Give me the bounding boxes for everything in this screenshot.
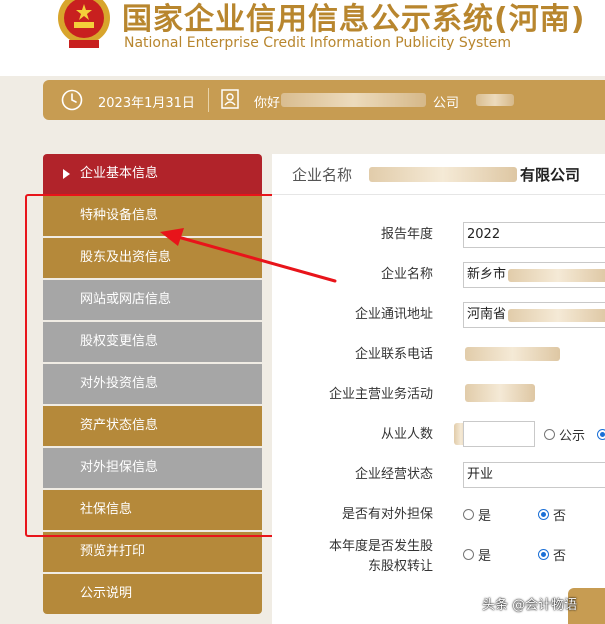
site-subtitle: National Enterprise Credit Information P… <box>124 35 512 51</box>
clock-icon <box>61 89 83 111</box>
employee-count-label: 从业人数 <box>380 427 433 442</box>
redacted-company-name <box>281 93 426 107</box>
company-name-label: 企业名称 <box>380 267 433 282</box>
redacted-address-value <box>508 309 605 322</box>
sidebar-item-preview-print[interactable]: 预览并打印 <box>43 532 262 572</box>
sidebar-item-guarantees[interactable]: 对外担保信息 <box>43 448 262 488</box>
sidebar-nav: 企业基本信息 特种设备信息 股东及出资信息 网站或网店信息 股权变更信息 对外投… <box>43 154 262 616</box>
national-emblem-icon <box>58 0 110 48</box>
equity-yes-label: 是 <box>478 549 492 564</box>
guarantee-label: 是否有对外担保 <box>341 507 433 522</box>
sidebar-item-publicity-notes[interactable]: 公示说明 <box>43 574 262 614</box>
equity-yes-radio[interactable] <box>463 549 474 560</box>
redacted-company-name-value <box>508 269 605 282</box>
redacted-phone-value <box>465 347 560 361</box>
guarantee-no-radio[interactable] <box>538 509 549 520</box>
current-date: 2023年1月31日 <box>98 96 195 111</box>
equity-no-radio[interactable] <box>538 549 549 560</box>
status-bar: 2023年1月31日 你好 公司 <box>43 80 605 120</box>
redacted-enterprise-name <box>369 167 517 182</box>
watermark: 头条 @会计物语 <box>482 598 578 613</box>
enterprise-name-label: 企业名称 <box>292 166 353 184</box>
business-status-label: 企业经营状态 <box>354 467 433 482</box>
employee-public-label: 公示 <box>559 429 586 444</box>
equity-transfer-label-line2: 东股权转让 <box>367 559 433 574</box>
sidebar-item-basic-info[interactable]: 企业基本信息 <box>43 154 262 194</box>
sidebar-item-label: 股东及出资信息 <box>80 250 172 265</box>
guarantee-no-label: 否 <box>553 509 567 524</box>
sidebar-item-label: 网站或网店信息 <box>80 292 172 307</box>
sidebar-item-investments[interactable]: 对外投资信息 <box>43 364 262 404</box>
site-title: 国家企业信用信息公示系统(河南) <box>122 2 586 37</box>
sidebar-item-label: 股权变更信息 <box>80 334 159 349</box>
redacted-username <box>476 94 514 106</box>
company-name-field[interactable]: 新乡市 <box>463 262 605 288</box>
sidebar-item-special-equipment[interactable]: 特种设备信息 <box>43 196 262 236</box>
phone-label: 企业联系电话 <box>354 347 433 362</box>
sidebar-item-equity-change[interactable]: 股权变更信息 <box>43 322 262 362</box>
employee-public-radio[interactable] <box>544 429 555 440</box>
greeting-end: 公司 <box>433 96 460 111</box>
business-status-select[interactable]: 开业 <box>463 462 605 488</box>
company-name-value: 新乡市 <box>467 267 507 282</box>
site-header: 国家企业信用信息公示系统(河南) National Enterprise Cre… <box>0 0 605 76</box>
sidebar-item-social-security[interactable]: 社保信息 <box>43 490 262 530</box>
employee-private-radio[interactable] <box>597 429 605 440</box>
status-divider <box>208 88 209 112</box>
report-year-label: 报告年度 <box>380 227 433 242</box>
user-card-icon <box>221 89 239 109</box>
address-field[interactable]: 河南省 <box>463 302 605 328</box>
main-panel: 企业名称 有限公司 报告年度 2022 企业名称 新乡市 企业通讯地址 河南省 … <box>272 154 605 624</box>
sidebar-item-label: 资产状态信息 <box>80 418 159 433</box>
address-value: 河南省 <box>467 307 507 322</box>
equity-transfer-label-line1: 本年度是否发生股 <box>328 539 433 554</box>
sidebar-item-label: 预览并打印 <box>80 544 146 559</box>
sidebar-item-label: 社保信息 <box>80 502 133 517</box>
redacted-business-value <box>465 384 535 402</box>
main-business-label: 企业主营业务活动 <box>328 387 433 402</box>
sidebar-item-websites[interactable]: 网站或网店信息 <box>43 280 262 320</box>
sidebar-item-assets[interactable]: 资产状态信息 <box>43 406 262 446</box>
guarantee-yes-label: 是 <box>478 509 492 524</box>
enterprise-header: 企业名称 有限公司 <box>272 154 605 195</box>
address-label: 企业通讯地址 <box>354 307 433 322</box>
sidebar-item-label: 特种设备信息 <box>80 208 159 223</box>
caret-right-icon <box>63 169 70 179</box>
sidebar-item-label: 对外投资信息 <box>80 376 159 391</box>
enterprise-name-suffix: 有限公司 <box>520 166 581 184</box>
sidebar-item-shareholders[interactable]: 股东及出资信息 <box>43 238 262 278</box>
sidebar-item-label: 对外担保信息 <box>80 460 159 475</box>
sidebar-item-label: 公示说明 <box>80 586 133 601</box>
report-year-field[interactable]: 2022 <box>463 222 605 248</box>
sidebar-item-label: 企业基本信息 <box>80 166 159 181</box>
equity-no-label: 否 <box>553 549 567 564</box>
guarantee-yes-radio[interactable] <box>463 509 474 520</box>
greeting-start: 你好 <box>254 96 281 111</box>
employee-count-field[interactable] <box>463 421 535 447</box>
